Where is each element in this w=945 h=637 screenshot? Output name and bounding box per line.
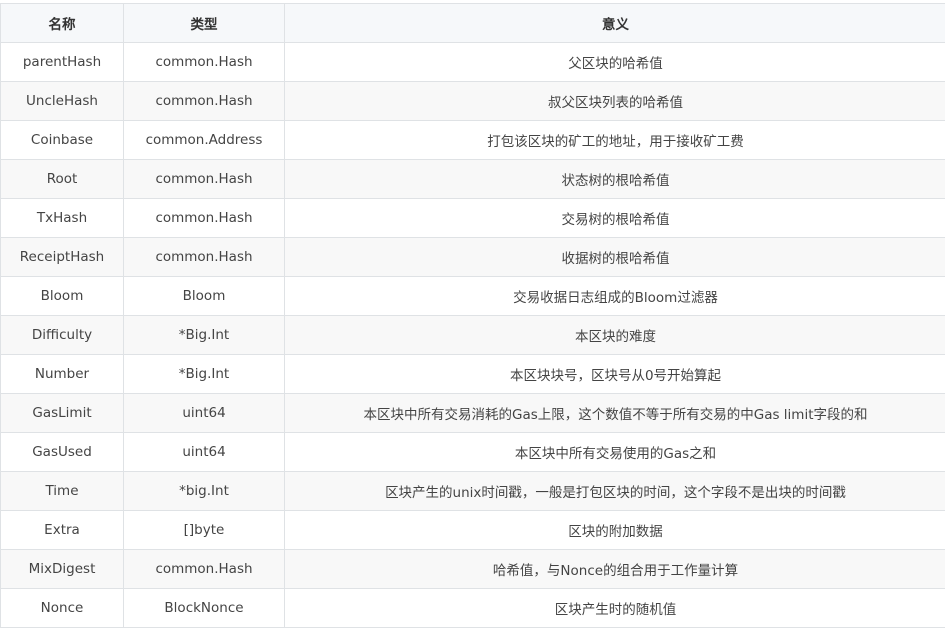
header-meaning: 意义 (285, 4, 945, 43)
table-row: GasLimituint64本区块中所有交易消耗的Gas上限，这个数值不等于所有… (1, 394, 945, 433)
field-type-cell: *Big.Int (124, 316, 285, 355)
header-name: 名称 (1, 4, 124, 43)
table-row: UncleHashcommon.Hash叔父区块列表的哈希值 (1, 82, 945, 121)
table-row: Difficulty*Big.Int本区块的难度 (1, 316, 945, 355)
table-row: Rootcommon.Hash状态树的根哈希值 (1, 160, 945, 199)
field-type-cell: common.Hash (124, 160, 285, 199)
table-row: NonceBlockNonce区块产生时的随机值 (1, 589, 945, 628)
header-type: 类型 (124, 4, 285, 43)
field-type-cell: BlockNonce (124, 589, 285, 628)
field-meaning-cell: 交易树的根哈希值 (285, 199, 945, 238)
field-meaning-cell: 本区块中所有交易使用的Gas之和 (285, 433, 945, 472)
field-type-cell: common.Hash (124, 550, 285, 589)
field-name-cell: GasLimit (1, 394, 124, 433)
field-type-cell: common.Address (124, 121, 285, 160)
field-name-cell: ReceiptHash (1, 238, 124, 277)
table-row: Extra[]byte区块的附加数据 (1, 511, 945, 550)
field-meaning-cell: 打包该区块的矿工的地址，用于接收矿工费 (285, 121, 945, 160)
field-name-cell: Number (1, 355, 124, 394)
field-type-cell: common.Hash (124, 238, 285, 277)
table-row: MixDigestcommon.Hash哈希值，与Nonce的组合用于工作量计算 (1, 550, 945, 589)
field-type-cell: uint64 (124, 394, 285, 433)
field-type-cell: *Big.Int (124, 355, 285, 394)
header-row: 名称 类型 意义 (1, 4, 945, 43)
field-meaning-cell: 本区块块号，区块号从0号开始算起 (285, 355, 945, 394)
table-header: 名称 类型 意义 (1, 4, 945, 43)
field-type-cell: common.Hash (124, 43, 285, 82)
table-row: BloomBloom交易收据日志组成的Bloom过滤器 (1, 277, 945, 316)
field-type-cell: uint64 (124, 433, 285, 472)
table-row: TxHashcommon.Hash交易树的根哈希值 (1, 199, 945, 238)
field-name-cell: Difficulty (1, 316, 124, 355)
field-meaning-cell: 区块产生时的随机值 (285, 589, 945, 628)
field-meaning-cell: 状态树的根哈希值 (285, 160, 945, 199)
table-body: parentHashcommon.Hash父区块的哈希值UncleHashcom… (1, 43, 945, 628)
field-type-cell: *big.Int (124, 472, 285, 511)
field-name-cell: TxHash (1, 199, 124, 238)
field-meaning-cell: 区块产生的unix时间戳，一般是打包区块的时间，这个字段不是出块的时间戳 (285, 472, 945, 511)
field-meaning-cell: 交易收据日志组成的Bloom过滤器 (285, 277, 945, 316)
field-meaning-cell: 哈希值，与Nonce的组合用于工作量计算 (285, 550, 945, 589)
field-name-cell: UncleHash (1, 82, 124, 121)
field-meaning-cell: 本区块中所有交易消耗的Gas上限，这个数值不等于所有交易的中Gas limit字… (285, 394, 945, 433)
table-row: Number*Big.Int本区块块号，区块号从0号开始算起 (1, 355, 945, 394)
field-name-cell: Nonce (1, 589, 124, 628)
field-name-cell: Bloom (1, 277, 124, 316)
field-type-cell: common.Hash (124, 82, 285, 121)
field-name-cell: GasUsed (1, 433, 124, 472)
field-name-cell: Coinbase (1, 121, 124, 160)
block-header-fields-table: 名称 类型 意义 parentHashcommon.Hash父区块的哈希值Unc… (0, 3, 945, 628)
field-name-cell: Time (1, 472, 124, 511)
field-type-cell: []byte (124, 511, 285, 550)
field-meaning-cell: 父区块的哈希值 (285, 43, 945, 82)
field-name-cell: Extra (1, 511, 124, 550)
table-row: ReceiptHashcommon.Hash收据树的根哈希值 (1, 238, 945, 277)
field-name-cell: MixDigest (1, 550, 124, 589)
field-meaning-cell: 区块的附加数据 (285, 511, 945, 550)
table-row: Time*big.Int区块产生的unix时间戳，一般是打包区块的时间，这个字段… (1, 472, 945, 511)
field-name-cell: Root (1, 160, 124, 199)
field-name-cell: parentHash (1, 43, 124, 82)
table-row: Coinbasecommon.Address打包该区块的矿工的地址，用于接收矿工… (1, 121, 945, 160)
field-meaning-cell: 收据树的根哈希值 (285, 238, 945, 277)
field-meaning-cell: 叔父区块列表的哈希值 (285, 82, 945, 121)
field-type-cell: common.Hash (124, 199, 285, 238)
field-type-cell: Bloom (124, 277, 285, 316)
field-meaning-cell: 本区块的难度 (285, 316, 945, 355)
table-row: parentHashcommon.Hash父区块的哈希值 (1, 43, 945, 82)
table-row: GasUseduint64本区块中所有交易使用的Gas之和 (1, 433, 945, 472)
